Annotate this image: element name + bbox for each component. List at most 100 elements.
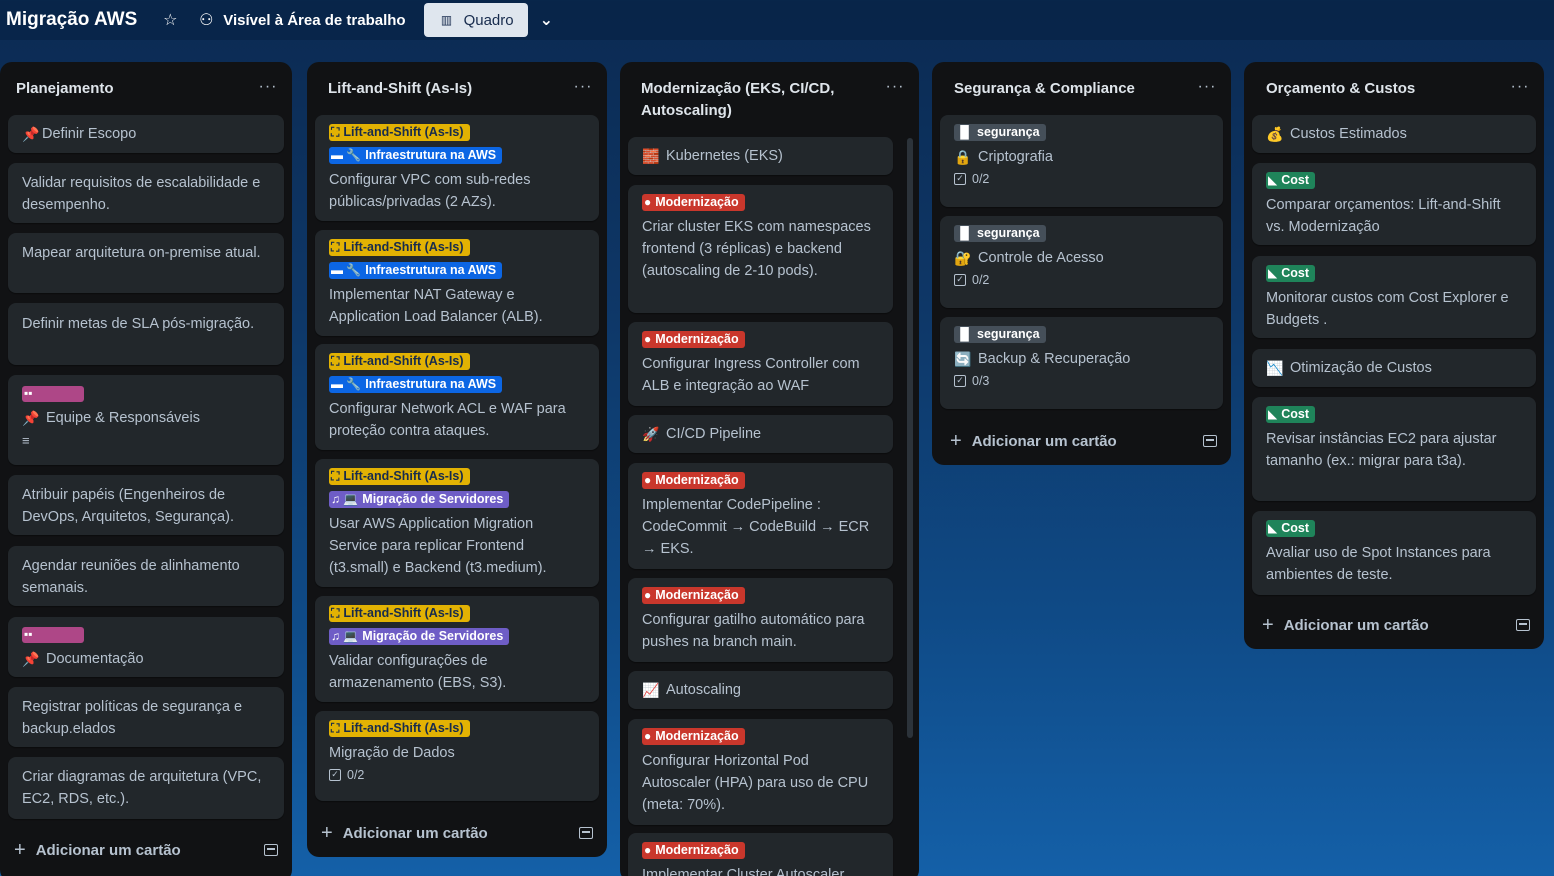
card[interactable]: 📈 Autoscaling: [628, 671, 893, 709]
card-title: Criar diagramas de arquitetura (VPC, EC2…: [22, 769, 262, 807]
card-label-lift[interactable]: ⛶ Lift-and-Shift (As-Is): [329, 720, 470, 737]
list-orcamento: Orçamento & Custos ··· 💰 Custos Estimados…: [1244, 62, 1544, 649]
card[interactable]: ▐▌ segurança 🔒 Criptografia ✓ 0/2: [940, 115, 1223, 207]
list-title[interactable]: Orçamento & Custos: [1256, 78, 1508, 100]
card-label-infra[interactable]: ▬ 🔧 Infraestrutura na AWS: [329, 376, 503, 393]
card-title: Implementar CodePipeline : CodeCommit → …: [642, 497, 870, 557]
card[interactable]: ⛶ Lift-and-Shift (As-Is) Migração de Dado…: [315, 711, 599, 801]
card[interactable]: ● Modernização Configurar gatilho automát…: [628, 578, 893, 662]
card[interactable]: 🧱 Kubernetes (EKS): [628, 137, 893, 175]
card[interactable]: ● Modernização Configurar Horizontal Pod …: [628, 719, 893, 825]
card[interactable]: Criar diagramas de arquitetura (VPC, EC2…: [8, 757, 284, 819]
chart-down-icon: 📉: [1266, 360, 1284, 376]
list-title[interactable]: Planejamento: [12, 78, 256, 100]
card-label-modernizacao[interactable]: ● Modernização: [642, 194, 745, 211]
card[interactable]: 💰 Custos Estimados: [1252, 115, 1536, 153]
card-label-lift[interactable]: ⛶ Lift-and-Shift (As-Is): [329, 353, 470, 370]
card[interactable]: 🚀 CI/CD Pipeline: [628, 415, 893, 453]
card[interactable]: ⛶ Lift-and-Shift (As-Is) ♫ 💻 Migração de S…: [315, 459, 599, 587]
board-title[interactable]: Migração AWS: [6, 9, 137, 31]
add-card-button[interactable]: Adicionar um cartão: [1284, 617, 1516, 634]
card[interactable]: Registrar políticas de segurança e backu…: [8, 687, 284, 747]
board-view-button[interactable]: ▥ Quadro: [423, 3, 528, 37]
template-icon[interactable]: [1203, 435, 1217, 447]
card-label-cost[interactable]: ◣ Cost: [1266, 172, 1316, 189]
card-label-migration[interactable]: ♫ 💻 Migração de Servidores: [329, 491, 510, 508]
card-label-modernizacao[interactable]: ● Modernização: [642, 728, 745, 745]
card[interactable]: ◣ Cost Monitorar custos com Cost Explorer…: [1252, 256, 1536, 338]
card-label-infra[interactable]: ▬ 🔧 Infraestrutura na AWS: [329, 147, 503, 164]
card-label-migration[interactable]: ♫ 💻 Migração de Servidores: [329, 628, 510, 645]
card[interactable]: ▪▪ 📌 Equipe & Responsáveis ≡: [8, 375, 284, 465]
card-label-cost[interactable]: ◣ Cost: [1266, 406, 1316, 423]
list-menu-button[interactable]: ···: [1195, 78, 1219, 96]
card[interactable]: ● Modernização Criar cluster EKS com name…: [628, 185, 893, 313]
list-title[interactable]: Lift-and-Shift (As-Is): [319, 78, 571, 100]
list-scrollbar[interactable]: [907, 138, 913, 738]
card[interactable]: ⛶ Lift-and-Shift (As-Is) ♫ 💻 Migração de S…: [315, 596, 599, 702]
list-footer: + Adicionar um cartão: [932, 417, 1231, 465]
card[interactable]: Agendar reuniões de alinhamento semanais…: [8, 546, 284, 606]
card-label-modernizacao[interactable]: ● Modernização: [642, 331, 745, 348]
card-label-lift[interactable]: ⛶ Lift-and-Shift (As-Is): [329, 124, 470, 141]
card-label-seguranca[interactable]: ▐▌ segurança: [954, 225, 1046, 242]
add-card-button[interactable]: Adicionar um cartão: [36, 842, 264, 859]
card-title: Configurar Horizontal Pod Autoscaler (HP…: [642, 753, 869, 813]
list-menu-button[interactable]: ···: [256, 78, 280, 96]
card[interactable]: Definir metas de SLA pós-migração.: [8, 303, 284, 365]
card-title: Backup & Recuperação: [978, 351, 1131, 367]
card-title: Otimização de Custos: [1290, 360, 1432, 376]
card[interactable]: ◣ Cost Avaliar uso de Spot Instances para…: [1252, 511, 1536, 595]
card[interactable]: ▪▪ 📌 Documentação: [8, 617, 284, 677]
view-switcher-button[interactable]: ⌄: [540, 10, 553, 30]
visibility-button[interactable]: ⚇ Visível à Área de trabalho: [197, 11, 405, 30]
template-icon[interactable]: [579, 827, 593, 839]
card[interactable]: 📉 Otimização de Custos: [1252, 349, 1536, 387]
card-label-infra[interactable]: ▬ 🔧 Infraestrutura na AWS: [329, 262, 503, 279]
card-label-cost[interactable]: ◣ Cost: [1266, 265, 1316, 282]
card[interactable]: 📌 Definir Escopo: [8, 115, 284, 153]
card-label-modernizacao[interactable]: ● Modernização: [642, 472, 745, 489]
list-menu-button[interactable]: ···: [1508, 78, 1532, 96]
list-menu-button[interactable]: ···: [571, 78, 595, 96]
card[interactable]: ⛶ Lift-and-Shift (As-Is) ▬ 🔧 Infraestrutur…: [315, 230, 599, 336]
card[interactable]: ● Modernização Configurar Ingress Control…: [628, 322, 893, 406]
star-button[interactable]: ☆: [161, 11, 179, 29]
card-label-pink[interactable]: ▪▪: [22, 385, 84, 402]
template-icon[interactable]: [264, 844, 278, 856]
card-label-pink[interactable]: ▪▪: [22, 626, 84, 643]
plus-icon: +: [950, 430, 962, 452]
template-icon[interactable]: [1516, 619, 1530, 631]
card-title: Monitorar custos com Cost Explorer e Bud…: [1266, 290, 1509, 328]
card[interactable]: ◣ Cost Revisar instâncias EC2 para ajusta…: [1252, 397, 1536, 501]
card-label-seguranca[interactable]: ▐▌ segurança: [954, 326, 1046, 343]
card[interactable]: Validar requisitos de escalabilidade e d…: [8, 163, 284, 223]
card-label-modernizacao[interactable]: ● Modernização: [642, 587, 745, 604]
add-card-button[interactable]: Adicionar um cartão: [343, 825, 579, 842]
card[interactable]: ● Modernização Implementar Cluster Autosc…: [628, 833, 893, 876]
card[interactable]: ⛶ Lift-and-Shift (As-Is) ▬ 🔧 Infraestrutur…: [315, 344, 599, 450]
card-label-lift[interactable]: ⛶ Lift-and-Shift (As-Is): [329, 239, 470, 256]
card-label-lift[interactable]: ⛶ Lift-and-Shift (As-Is): [329, 468, 470, 485]
add-card-button[interactable]: Adicionar um cartão: [972, 433, 1203, 450]
card[interactable]: ⛶ Lift-and-Shift (As-Is) ▬ 🔧 Infraestrutur…: [315, 115, 599, 221]
card-label-lift[interactable]: ⛶ Lift-and-Shift (As-Is): [329, 605, 470, 622]
card[interactable]: Mapear arquitetura on-premise atual.: [8, 233, 284, 293]
card-title: Validar configurações de armazenamento (…: [329, 653, 507, 691]
card-title: Configurar VPC com sub-redes públicas/pr…: [329, 172, 531, 210]
card-label-cost[interactable]: ◣ Cost: [1266, 520, 1316, 537]
card[interactable]: ● Modernização Implementar CodePipeline :…: [628, 463, 893, 569]
card[interactable]: ▐▌ segurança 🔐 Controle de Acesso ✓ 0/2: [940, 216, 1223, 308]
list-title[interactable]: Segurança & Compliance: [944, 78, 1195, 100]
checkbox-icon: ✓: [329, 769, 341, 781]
card[interactable]: ◣ Cost Comparar orçamentos: Lift-and-Shif…: [1252, 163, 1536, 245]
list-menu-button[interactable]: ···: [883, 78, 907, 96]
card[interactable]: Atribuir papéis (Engenheiros de DevOps, …: [8, 475, 284, 535]
card[interactable]: ▐▌ segurança 🔄 Backup & Recuperação ✓ 0/3: [940, 317, 1223, 409]
card-label-modernizacao[interactable]: ● Modernização: [642, 842, 745, 859]
card-title: Migração de Dados: [329, 745, 455, 761]
card-label-seguranca[interactable]: ▐▌ segurança: [954, 124, 1046, 141]
list-footer: + Adicionar um cartão: [307, 809, 607, 857]
list-title[interactable]: Modernização (EKS, CI/CD, Autoscaling): [632, 78, 883, 122]
list-footer: + Adicionar um cartão: [0, 826, 292, 874]
